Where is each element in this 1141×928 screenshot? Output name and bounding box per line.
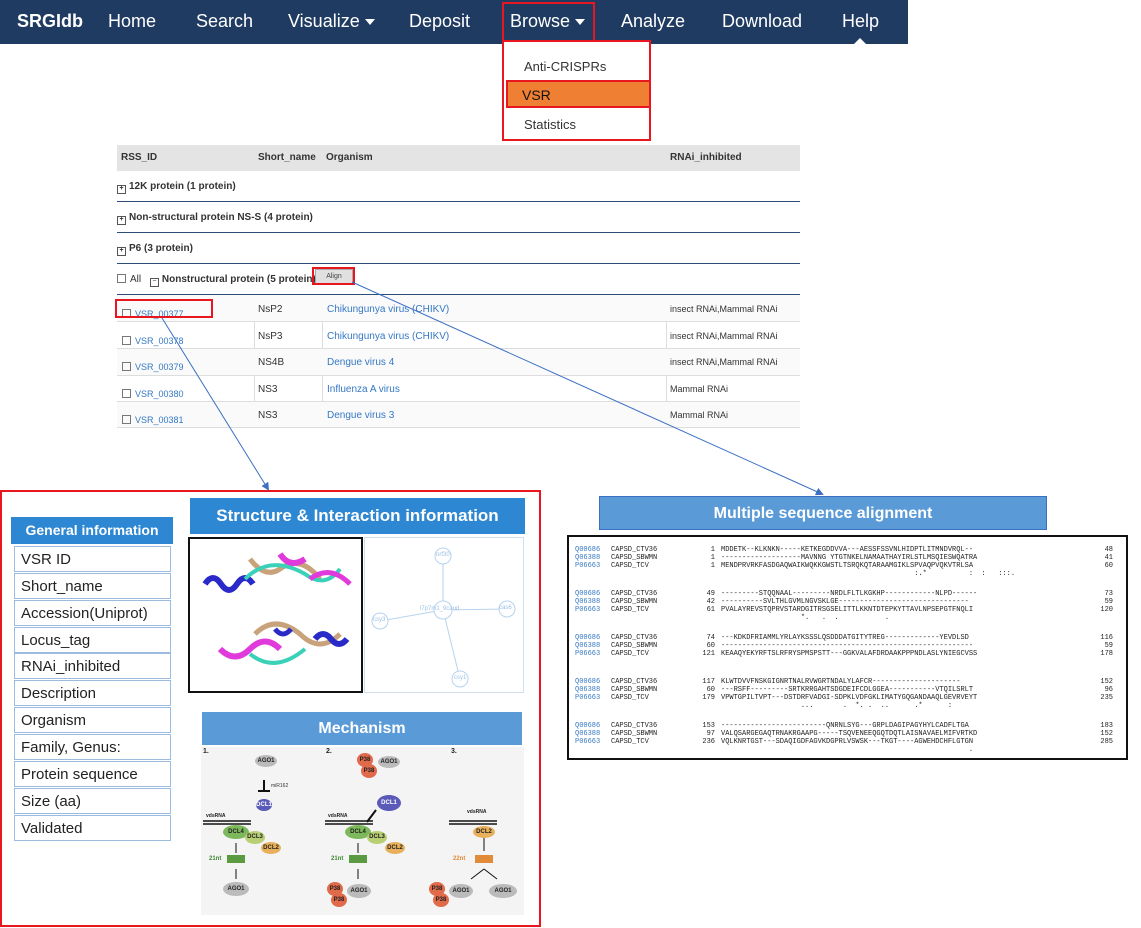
alignment-viewer[interactable]: Q00686 CAPSD_CTV36 1 MDDETK--KLKNKN-----KET… [567,535,1128,760]
alignment-row: P06663 CAPSD_TCV 1 MENDPRVRKFASDGAQWAIKWQKK… [575,562,1113,571]
vdsrna-label: vdsRNA [467,809,487,815]
dcl1-protein: DCL1 [256,799,272,811]
dcl2-protein: DCL2 [473,826,495,838]
field-organism: Organism [14,707,171,733]
accession-link[interactable]: P06663 [575,606,600,614]
vdsrna-label: vdsRNA [206,813,226,819]
p38-protein: P38 [331,893,347,907]
field-vsr-id: VSR ID [14,546,171,572]
arrow-line [351,281,824,496]
consensus-line: ... . *. . .. .* : [721,702,953,710]
accession-link[interactable]: Q00686 [575,722,600,730]
dcl2-protein: DCL2 [261,842,281,854]
accession-link[interactable]: P06663 [575,650,600,658]
sequence-end: 60 [1104,562,1113,570]
sequence-end: 285 [1100,738,1113,746]
dcl1-protein: DCL1 [377,795,401,811]
alignment-row: P06663 CAPSD_TCV 179 VPWTGPILTVPT---DSTDRFV… [575,694,1113,703]
sequence-start: 236 [702,738,715,746]
ago1-protein: AGO1 [255,755,277,767]
sequence-start: 179 [702,694,715,702]
accession-link[interactable]: P06663 [575,562,600,570]
sequence-end: 120 [1100,606,1113,614]
network-node-label: cas6 [499,605,512,611]
accession-link[interactable]: Q00686 [575,590,600,598]
accession-link[interactable]: Q00686 [575,678,600,686]
accession-link[interactable]: Q06388 [575,730,600,738]
alignment-title: Multiple sequence alignment [599,496,1047,530]
structure-title: Structure & Interaction information [190,498,525,534]
accession-link[interactable]: P06663 [575,694,600,702]
mechanism-title: Mechanism [202,712,522,745]
accession-link[interactable]: Q06388 [575,554,600,562]
dcl2-protein: DCL2 [385,842,405,854]
field-rnai-inhibited: RNAi_inhibited [14,653,171,679]
arrow-line [161,317,270,491]
alignment-row: P06663 CAPSD_TCV 121 KEAAQYEKYRFTSLRFRYSPMS… [575,650,1113,659]
sirna-21nt-label: 21nt [209,856,222,862]
sequence-start: 121 [702,650,715,658]
field-accession: Accession(Uniprot) [14,600,171,626]
sequence-name: CAPSD_TCV [611,694,649,702]
consensus-line: :.* : : :::. [721,570,1016,578]
field-size: Size (aa) [14,788,171,814]
network-node-label: l7p7m1_9caud [420,606,460,612]
sirna-22nt-label: 22nt [453,856,466,862]
ago1-protein: AGO1 [489,884,517,898]
field-description: Description [14,680,171,706]
dcl3-protein: DCL3 [367,831,387,844]
dcl3-protein: DCL3 [245,831,265,844]
sequence-name: CAPSD_TCV [611,650,649,658]
network-node-label: orf30 [436,552,450,558]
sequence-name: CAPSD_TCV [611,606,649,614]
field-validated: Validated [14,815,171,841]
interaction-network[interactable]: orf30 cas6 csy1 csy3 l7p7m1_9caud [364,537,524,693]
accession-link[interactable]: Q06388 [575,642,600,650]
network-node-label: csy3 [373,617,386,623]
sequence-name: CAPSD_TCV [611,562,649,570]
general-info-title: General information [11,517,173,544]
alignment-row: P06663 CAPSD_TCV 61 PVALAYREVSTQPRVSTARDGIT… [575,606,1113,615]
accession-link[interactable]: P06663 [575,738,600,746]
protein-structure-image[interactable] [188,537,363,693]
sequence-end: 178 [1100,650,1113,658]
field-family-genus: Family, Genus: [14,734,171,760]
sequence-residues: KEAAQYEKYRFTSLRFRYSPMSPSTT---GGKVALAFDRD… [721,650,978,658]
field-protein-sequence: Protein sequence [14,761,171,787]
alignment-row: P06663 CAPSD_TCV 236 VQLKNRTGST---SDAQIGDFA… [575,738,1113,747]
mechanism-figure: 1. 2. 3. AGO1 DCL1 miR162 vdsRNA DCL4 DC… [201,747,524,915]
network-node-label: csy1 [454,675,467,681]
sequence-start: 1 [710,562,715,570]
mirna-label: miR162 [271,783,289,789]
sequence-start: 61 [706,606,715,614]
consensus-line: . [721,746,974,754]
sequence-end: 235 [1100,694,1113,702]
sirna-21nt-label: 21nt [331,856,344,862]
structure-render [202,552,352,665]
ago1-protein: AGO1 [378,756,400,768]
ago1-protein: AGO1 [223,882,249,896]
accession-link[interactable]: Q06388 [575,598,600,606]
consensus-line: *. . . . [721,614,890,622]
field-locus-tag: Locus_tag [14,627,171,653]
accession-link[interactable]: Q00686 [575,634,600,642]
accession-link[interactable]: Q06388 [575,686,600,694]
ago1-protein: AGO1 [449,884,473,898]
field-short-name: Short_name [14,573,171,599]
vdsrna-label: vdsRNA [328,813,348,819]
ago1-protein: AGO1 [347,884,371,898]
accession-link[interactable]: Q00686 [575,546,600,554]
network-graph [371,547,516,688]
p38-protein: P38 [361,764,377,778]
sequence-name: CAPSD_TCV [611,738,649,746]
p38-protein: P38 [433,893,449,907]
